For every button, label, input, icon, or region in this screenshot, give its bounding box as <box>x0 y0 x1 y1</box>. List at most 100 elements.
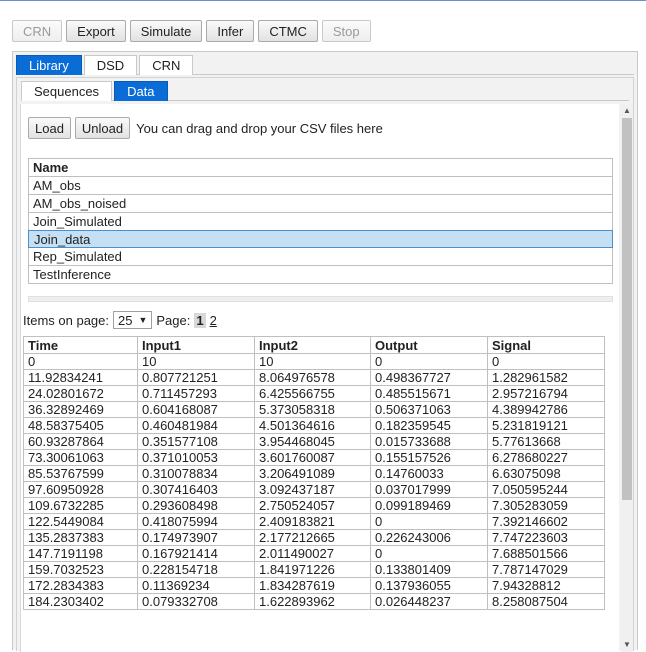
table-cell: 2.011490027 <box>254 545 371 562</box>
pager: Items on page: 25 ▼ Page: 1 2 <box>23 310 217 330</box>
table-cell: 0.371010053 <box>137 449 255 466</box>
table-cell: 0.351577108 <box>137 433 255 450</box>
table-cell: 0.026448237 <box>370 593 488 610</box>
table-cell: 0.155157526 <box>370 449 488 466</box>
table-row: 122.5449084 0.418075994 2.409183821 0 7.3921… <box>23 513 605 530</box>
table-cell: 6.63075098 <box>487 465 605 482</box>
table-row: 135.2837383 0.174973907 2.177212665 0.22624… <box>23 529 605 546</box>
tab-data[interactable]: Data <box>114 81 168 101</box>
table-cell: 4.501364616 <box>254 417 371 434</box>
dataset-row[interactable]: AM_obs_noised <box>29 195 612 213</box>
table-cell: 0.079332708 <box>137 593 255 610</box>
column-header[interactable]: Input2 <box>254 336 371 354</box>
data-content: Load Unload You can drag and drop your C… <box>20 104 619 652</box>
dataset-row[interactable]: Rep_Simulated <box>29 248 612 266</box>
dataset-row[interactable]: Join_Simulated <box>29 213 612 231</box>
table-cell: 3.601760087 <box>254 449 371 466</box>
column-header[interactable]: Time <box>23 336 138 354</box>
tab-dsd[interactable]: DSD <box>83 55 138 75</box>
table-cell: 122.5449084 <box>23 513 138 530</box>
table-cell: 0 <box>370 353 488 370</box>
infer-button[interactable]: Infer <box>206 20 255 42</box>
table-cell: 135.2837383 <box>23 529 138 546</box>
table-cell: 0.498367727 <box>370 369 488 386</box>
table-cell: 6.425566755 <box>254 385 371 402</box>
table-cell: 7.747223603 <box>487 529 605 546</box>
unload-button[interactable]: Unload <box>74 117 131 139</box>
scroll-down-arrow-icon[interactable]: ▼ <box>623 640 631 649</box>
data-table: Time Input1 Input2 Output Signal 0 10 10 0 0… <box>23 336 605 610</box>
tab-sequences[interactable]: Sequences <box>21 81 113 101</box>
table-cell: 0.506371063 <box>370 401 488 418</box>
table-cell: 0.037017999 <box>370 481 488 498</box>
table-cell: 10 <box>137 353 255 370</box>
table-cell: 7.688501566 <box>487 545 605 562</box>
simulate-button[interactable]: Simulate <box>129 20 203 42</box>
horizontal-scrollbar[interactable] <box>28 296 613 302</box>
column-header[interactable]: Signal <box>487 336 605 354</box>
drop-hint: You can drag and drop your CSV files her… <box>136 120 383 136</box>
table-header-row: Time Input1 Input2 Output Signal <box>23 336 605 354</box>
table-row: 11.92834241 0.807721251 8.064976578 0.49836… <box>23 369 605 386</box>
toolbar: CRN Export Simulate Infer CTMC Stop <box>12 20 371 44</box>
table-row: 60.93287864 0.351577108 3.954468045 0.01573… <box>23 433 605 450</box>
table-cell: 3.206491089 <box>254 465 371 482</box>
dataset-row[interactable]: AM_obs <box>29 177 612 195</box>
table-cell: 0.14760033 <box>370 465 488 482</box>
table-cell: 60.93287864 <box>23 433 138 450</box>
ctmc-button[interactable]: CTMC <box>258 20 318 42</box>
export-button[interactable]: Export <box>66 20 126 42</box>
table-cell: 0.310078834 <box>137 465 255 482</box>
table-cell: 0.015733688 <box>370 433 488 450</box>
table-cell: 109.6732285 <box>23 497 138 514</box>
table-cell: 0.293608498 <box>137 497 255 514</box>
table-cell: 2.750524057 <box>254 497 371 514</box>
tab-crn[interactable]: CRN <box>139 55 194 75</box>
table-cell: 2.177212665 <box>254 529 371 546</box>
table-row: 0 10 10 0 0 <box>23 353 605 370</box>
table-cell: 36.32892469 <box>23 401 138 418</box>
column-header[interactable]: Input1 <box>137 336 255 354</box>
table-cell: 3.954468045 <box>254 433 371 450</box>
table-row: 109.6732285 0.293608498 2.750524057 0.09918… <box>23 497 605 514</box>
scroll-up-arrow-icon[interactable]: ▲ <box>623 106 631 115</box>
table-cell: 0.174973907 <box>137 529 255 546</box>
page-1-current: 1 <box>194 312 206 328</box>
dataset-row-selected[interactable]: Join_data <box>28 230 613 248</box>
table-cell: 0.228154718 <box>137 561 255 578</box>
table-cell: 24.02801672 <box>23 385 138 402</box>
table-cell: 5.373058318 <box>254 401 371 418</box>
stop-button[interactable]: Stop <box>321 20 371 42</box>
table-cell: 1.282961582 <box>487 369 605 386</box>
table-cell: 0 <box>487 353 605 370</box>
table-cell: 8.258087504 <box>487 593 605 610</box>
table-row: 73.30061063 0.371010053 3.601760087 0.15515… <box>23 449 605 466</box>
table-row: 24.02801672 0.711457293 6.425566755 0.48551… <box>23 385 605 402</box>
table-cell: 184.2303402 <box>23 593 138 610</box>
dataset-row[interactable]: TestInference <box>29 266 612 284</box>
tab-library[interactable]: Library <box>16 55 82 75</box>
table-cell: 0.711457293 <box>137 385 255 402</box>
data-table-body: 0 10 10 0 0 11.92834241 0.807721251 8.064976578… <box>23 353 605 610</box>
load-button[interactable]: Load <box>28 117 71 139</box>
table-row: 147.7191198 0.167921414 2.011490027 0 7.6885… <box>23 545 605 562</box>
table-row: 36.32892469 0.604168087 5.373058318 0.50637… <box>23 401 605 418</box>
table-cell: 85.53767599 <box>23 465 138 482</box>
scrollbar-thumb[interactable] <box>622 118 632 500</box>
column-header[interactable]: Output <box>370 336 488 354</box>
table-cell: 7.392146602 <box>487 513 605 530</box>
vertical-scrollbar[interactable]: ▲ ▼ <box>621 104 633 652</box>
table-cell: 0.167921414 <box>137 545 255 562</box>
table-row: 85.53767599 0.310078834 3.206491089 0.14760… <box>23 465 605 482</box>
table-cell: 0.807721251 <box>137 369 255 386</box>
library-panel: Sequences Data Load Unload You can drag … <box>16 77 634 652</box>
page-2-link[interactable]: 2 <box>210 313 217 328</box>
table-cell: 0.133801409 <box>370 561 488 578</box>
table-cell: 0.226243006 <box>370 529 488 546</box>
items-per-page-select[interactable]: 25 ▼ <box>113 311 153 329</box>
table-cell: 97.60950928 <box>23 481 138 498</box>
table-row: 184.2303402 0.079332708 1.622893962 0.02644… <box>23 593 605 610</box>
chevron-down-icon: ▼ <box>138 315 148 325</box>
crn-button[interactable]: CRN <box>12 20 63 42</box>
table-cell: 0.307416403 <box>137 481 255 498</box>
